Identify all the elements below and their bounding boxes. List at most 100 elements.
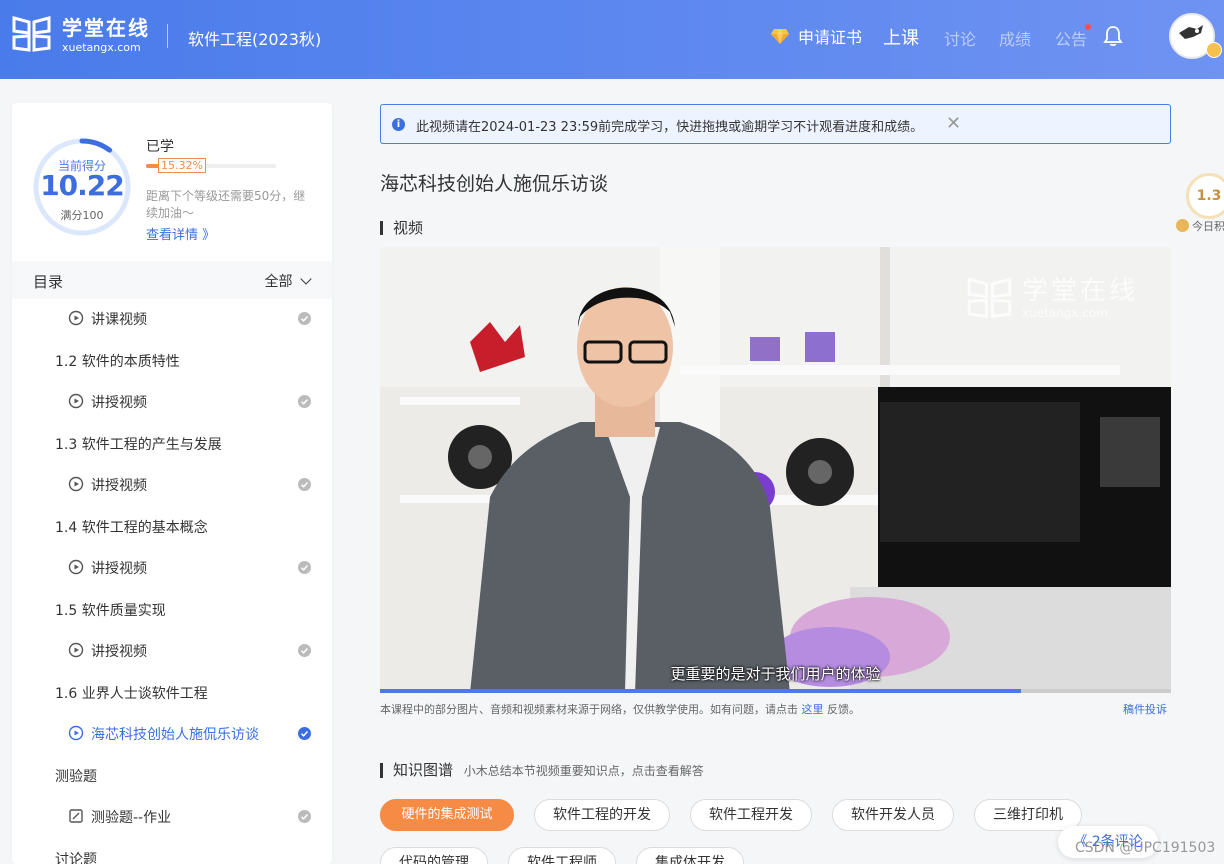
score-full: 满分100 xyxy=(60,209,104,222)
toc-lesson[interactable]: 海芯科技创始人施侃乐访谈 xyxy=(12,718,332,748)
knowledge-tag[interactable]: 软件工程师 xyxy=(508,847,616,864)
xuetang-logo-icon xyxy=(12,16,51,52)
score-value: 10.22 xyxy=(40,169,125,202)
knowledge-tag[interactable]: 集成体开发 xyxy=(636,847,744,864)
toc-title: 目录 xyxy=(33,273,64,291)
learned-label: 已学 xyxy=(146,139,174,155)
nav-announcement-label: 公告 xyxy=(1055,30,1088,49)
toc-chapter[interactable]: 1.6 业界人士谈软件工程 xyxy=(12,677,332,707)
watermark-chinese: 学堂在线 xyxy=(1022,276,1139,306)
check-icon xyxy=(298,644,311,657)
deadline-notice: i 此视频请在2024-01-23 23:59前完成学习，快进拖拽或逾期学习不计… xyxy=(380,104,1171,144)
knowledge-graph-title: 知识图谱 xyxy=(393,761,454,779)
course-sidebar: 当前得分 10.22 满分100 已学 15.32% 距离下个等级还需要50分，… xyxy=(12,103,332,864)
nav-discussion[interactable]: 讨论 xyxy=(944,26,976,50)
toc-item-label: 1.2 软件的本质特性 xyxy=(55,353,180,370)
toc-item-label: 讲授视频 xyxy=(91,644,147,660)
watermark-english: xuetangx.com xyxy=(1022,306,1108,320)
toc-chapter[interactable]: 1.5 软件质量实现 xyxy=(12,594,332,624)
play-icon xyxy=(68,476,84,492)
toc-filter-dropdown[interactable]: 全部 xyxy=(264,271,312,291)
site-logo[interactable]: 学堂在线 xuetangx.com xyxy=(12,16,150,54)
toc-header: 目录 全部 xyxy=(12,261,332,299)
toc-item-label: 讲授视频 xyxy=(91,478,147,494)
toc-filter-label: 全部 xyxy=(264,274,293,290)
xuetang-watermark-icon xyxy=(967,277,1012,319)
toc-item-label: 讲课视频 xyxy=(91,312,147,328)
toc-chapter[interactable]: 1.2 软件的本质特性 xyxy=(12,345,332,375)
knowledge-tag[interactable]: 代码的管理 xyxy=(380,847,488,864)
nav-grades[interactable]: 成绩 xyxy=(999,26,1031,50)
copyright-tail: 反馈。 xyxy=(827,703,860,716)
toc-lesson[interactable]: 讲授视频 xyxy=(12,469,332,499)
close-icon[interactable]: ✕ xyxy=(946,113,961,134)
knowledge-tag[interactable]: 软件工程的开发 xyxy=(534,799,670,831)
toc-item-label: 1.5 软件质量实现 xyxy=(55,602,166,619)
check-icon xyxy=(298,478,311,491)
feedback-link[interactable]: 这里 xyxy=(802,703,824,716)
play-icon xyxy=(68,310,84,326)
play-icon xyxy=(68,725,84,741)
toc-item-label: 测验题--作业 xyxy=(91,810,172,826)
knowledge-graph-subtitle: 小木总结本节视频重要知识点，点击查看解答 xyxy=(463,764,704,778)
toc-item-label: 1.6 业界人士谈软件工程 xyxy=(55,685,208,702)
check-icon xyxy=(298,395,311,408)
coin-icon xyxy=(1176,219,1189,232)
copyright-text: 本课程中的部分图片、音频和视频素材来源于网络，仅供教学使用。如有问题，请点击 xyxy=(380,703,798,716)
video-player[interactable]: 学堂在线 xuetangx.com 更重要的是对于我们用户的体验 xyxy=(380,247,1171,693)
diamond-icon xyxy=(771,29,789,44)
coin-icon xyxy=(1206,42,1222,58)
course-title: 软件工程(2023秋) xyxy=(188,30,322,49)
knowledge-tag[interactable]: 软件工程开发 xyxy=(690,799,812,831)
knowledge-tag[interactable]: 软件开发人员 xyxy=(832,799,954,831)
learn-progress-percent: 15.32% xyxy=(158,158,206,173)
info-icon: i xyxy=(392,118,405,131)
quiz-icon xyxy=(69,809,83,823)
toc-chapter[interactable]: 1.4 软件工程的基本概念 xyxy=(12,511,332,541)
toc-item-label: 讲授视频 xyxy=(91,561,147,577)
header-divider xyxy=(167,24,168,48)
csdn-watermark: CSDN @UPC191503 xyxy=(1075,840,1216,856)
nav-lecture[interactable]: 上课 xyxy=(883,24,919,50)
play-icon xyxy=(68,393,84,409)
notice-text: 此视频请在2024-01-23 23:59前完成学习，快进拖拽或逾期学习不计观看… xyxy=(416,120,924,135)
daily-score-text: 今日积 xyxy=(1192,220,1224,233)
knowledge-graph-section: 知识图谱 小木总结本节视频重要知识点，点击查看解答 xyxy=(380,763,704,778)
top-navbar: 学堂在线 xuetangx.com 软件工程(2023秋) 申请证书 上课 讨论… xyxy=(0,0,1224,79)
play-icon xyxy=(68,559,84,575)
toc-item-label: 海芯科技创始人施侃乐访谈 xyxy=(91,727,259,743)
unread-dot xyxy=(1085,24,1092,30)
report-link[interactable]: 稿件投诉 xyxy=(1123,701,1167,717)
view-details-link[interactable]: 查看详情 》 xyxy=(146,224,215,243)
video-progress-fill xyxy=(380,689,1021,693)
toc-item-label: 测验题 xyxy=(55,768,97,785)
bell-icon[interactable] xyxy=(1102,25,1124,47)
toc-lesson[interactable]: 讲授视频 xyxy=(12,386,332,416)
logo-chinese: 学堂在线 xyxy=(62,15,150,40)
daily-score-badge[interactable]: 1.3 xyxy=(1186,173,1224,219)
play-icon xyxy=(68,642,84,658)
toc-item-label: 1.3 软件工程的产生与发展 xyxy=(55,436,222,453)
knowledge-tag[interactable]: 硬件的集成测试 xyxy=(380,799,514,831)
check-icon xyxy=(298,810,311,823)
toc-chapter[interactable]: 测验题 xyxy=(12,760,332,790)
toc-quiz[interactable]: 测验题--作业 xyxy=(12,801,332,831)
chevron-down-icon xyxy=(300,273,312,285)
apply-certificate-button[interactable]: 申请证书 xyxy=(770,24,862,48)
toc-lesson[interactable]: 讲授视频 xyxy=(12,552,332,582)
video-section-title: 视频 xyxy=(380,221,423,236)
toc-chapter[interactable]: 1.3 软件工程的产生与发展 xyxy=(12,428,332,458)
daily-score-label: 今日积 xyxy=(1176,218,1224,234)
toc-lesson[interactable]: 讲课视频 xyxy=(12,303,332,333)
nav-announcement[interactable]: 公告 xyxy=(1055,24,1092,50)
check-icon xyxy=(298,312,311,325)
level-hint: 距离下个等级还需要50分，继续加油～ xyxy=(146,189,306,220)
toc-chapter[interactable]: 讨论题 xyxy=(12,843,332,864)
video-progress-bar[interactable] xyxy=(380,689,1171,693)
logo-english: xuetangx.com xyxy=(62,40,141,54)
toc-item-label: 1.4 软件工程的基本概念 xyxy=(55,519,208,536)
knowledge-tag[interactable]: 三维打印机 xyxy=(974,799,1082,831)
check-icon xyxy=(298,727,311,740)
toc-lesson[interactable]: 讲授视频 xyxy=(12,635,332,665)
apply-certificate-label: 申请证书 xyxy=(798,28,863,47)
